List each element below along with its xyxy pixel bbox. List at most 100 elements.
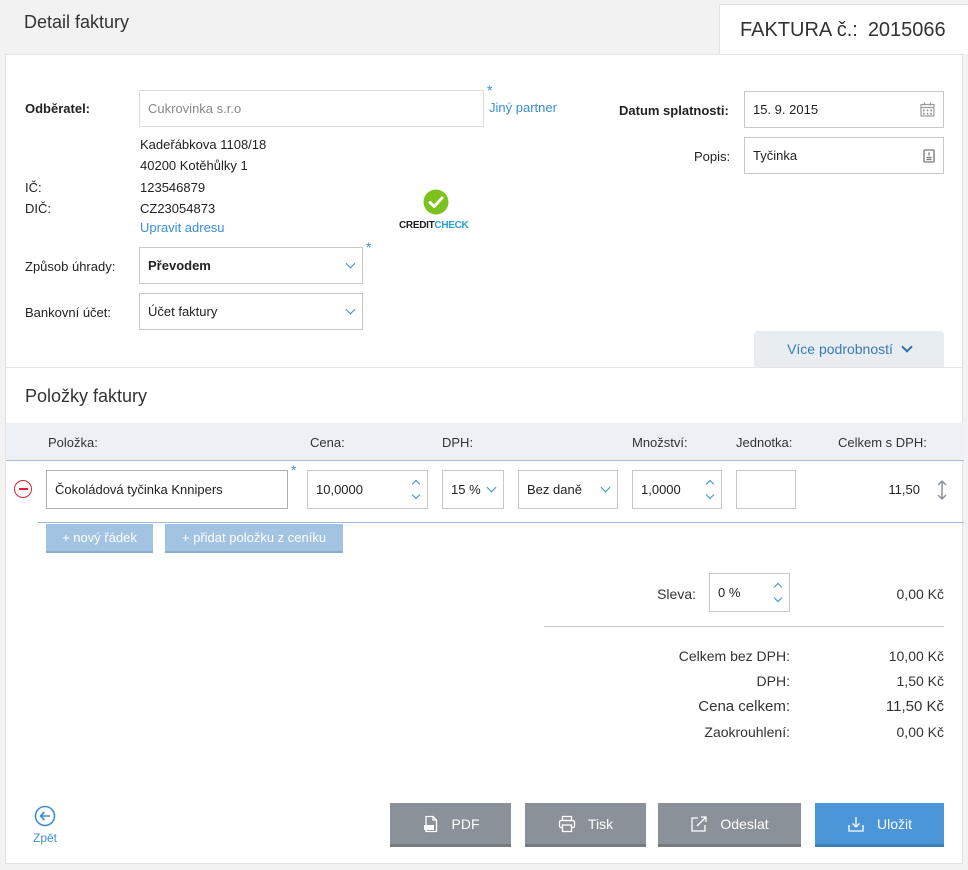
- customer-city: 40200 Kotěhůlky 1: [140, 158, 248, 173]
- chevron-down-icon: [345, 304, 356, 315]
- more-details-label: Více podrobností: [787, 341, 893, 357]
- customer-label: Odběratel:: [25, 101, 91, 116]
- save-label: Uložit: [876, 815, 912, 832]
- stepper-icon[interactable]: [705, 479, 715, 500]
- column-total: Celkem s DPH:: [838, 435, 927, 450]
- edit-address-link[interactable]: Upravit adresu: [140, 220, 225, 235]
- row-divider: [38, 522, 964, 523]
- print-button[interactable]: Tisk: [525, 803, 646, 847]
- dic-label: DIČ:: [25, 201, 51, 216]
- invoice-label-text: FAKTURA č.:: [740, 19, 858, 41]
- item-qty-value: 1,0000: [641, 482, 681, 497]
- item-vat-type-select[interactable]: Bez daně: [518, 470, 618, 509]
- payment-method-select[interactable]: Převodem: [139, 247, 363, 284]
- totals-divider: [544, 626, 944, 627]
- customer-street: Kadeřábkova 1108/18: [140, 137, 267, 152]
- discount-amount: 0,00 Kč: [896, 586, 944, 602]
- column-price: Cena:: [310, 435, 345, 450]
- more-details-button[interactable]: Více podrobností: [754, 331, 944, 367]
- customer-ic: 123546879: [140, 180, 206, 195]
- invoice-card: Odběratel: Cukrovinka s.r.o * Jiný partn…: [5, 54, 964, 864]
- rounding-label: Zaokrouhlení:: [704, 724, 790, 740]
- due-date-input[interactable]: 15. 9. 2015: [744, 91, 944, 128]
- net-total-value: 10,00 Kč: [888, 648, 944, 664]
- download-icon: [848, 816, 864, 832]
- payment-method-label: Způsob úhrady:: [25, 259, 116, 274]
- invoice-number-label: FAKTURA č.: 2015066: [740, 19, 946, 42]
- column-unit: Jednotka:: [736, 435, 793, 450]
- required-marker: *: [291, 462, 297, 478]
- chevron-down-icon: [345, 258, 356, 269]
- discount-label: Sleva:: [657, 586, 696, 602]
- back-button[interactable]: Zpět: [30, 805, 62, 849]
- discount-value: 0 %: [718, 585, 741, 600]
- chevron-down-icon: [901, 340, 913, 353]
- chevron-down-icon: [600, 482, 611, 493]
- description-input[interactable]: Tyčinka: [744, 137, 944, 174]
- ic-label: IČ:: [25, 180, 42, 195]
- items-section-title: Položky faktury: [25, 386, 148, 406]
- divider: [6, 367, 964, 368]
- back-arrow-icon: [34, 805, 56, 827]
- printer-icon: [558, 815, 576, 832]
- pdf-button[interactable]: PDF: [390, 803, 511, 847]
- creditcheck-text: CREDITCHECK: [399, 220, 469, 231]
- send-label: Odeslat: [720, 815, 769, 832]
- pdf-label: PDF: [451, 815, 480, 832]
- invoice-number: 2015066: [867, 19, 946, 41]
- column-item: Položka:: [48, 435, 98, 450]
- due-date-label: Datum splatnosti:: [619, 103, 729, 118]
- item-unit-input[interactable]: [736, 470, 796, 509]
- note-icon[interactable]: [923, 148, 935, 163]
- rounding-value: 0,00 Kč: [896, 724, 944, 740]
- new-row-button[interactable]: + nový řádek: [46, 524, 153, 553]
- item-vat-select[interactable]: 15 %: [442, 470, 504, 509]
- required-marker: *: [366, 239, 372, 255]
- items-table-header: Položka: Cena: DPH: Množství: Jednotka: …: [6, 423, 964, 461]
- stepper-icon[interactable]: [411, 479, 421, 500]
- discount-input[interactable]: 0 %: [709, 573, 790, 612]
- net-total-label: Celkem bez DPH:: [678, 648, 790, 664]
- back-label: Zpět: [33, 831, 58, 845]
- description-value: Tyčinka: [753, 148, 798, 163]
- save-button[interactable]: Uložit: [815, 803, 944, 847]
- description-label: Popis:: [694, 149, 731, 164]
- remove-row-icon[interactable]: [14, 480, 32, 498]
- share-icon: [691, 815, 708, 832]
- check-circle-icon: [423, 189, 449, 215]
- creditcheck-logo[interactable]: CREDITCHECK: [399, 189, 481, 235]
- chevron-down-icon: [486, 482, 497, 493]
- page-title: Detail faktury: [24, 12, 130, 32]
- other-partner-link[interactable]: Jiný partner: [489, 100, 557, 115]
- item-qty-input[interactable]: 1,0000: [632, 470, 722, 509]
- payment-method-value: Převodem: [148, 258, 211, 273]
- item-total: 11,50: [888, 482, 920, 497]
- invoice-number-box: FAKTURA č.: 2015066: [719, 4, 968, 54]
- print-label: Tisk: [587, 815, 614, 832]
- item-vat-type-value: Bez daně: [527, 482, 582, 497]
- drag-handle-icon[interactable]: [937, 480, 947, 500]
- column-vat: DPH:: [442, 435, 474, 450]
- customer-input[interactable]: Cukrovinka s.r.o: [139, 90, 484, 127]
- item-price-input[interactable]: 10,0000: [307, 470, 428, 509]
- add-from-pricelist-button[interactable]: + přidat položku z ceníku: [165, 524, 343, 553]
- creditcheck-text-b: CHECK: [434, 220, 469, 231]
- pdf-icon: [423, 815, 437, 832]
- creditcheck-text-a: CREDIT: [399, 220, 435, 231]
- stepper-icon[interactable]: [773, 582, 783, 603]
- item-vat-value: 15 %: [451, 482, 481, 497]
- send-button[interactable]: Odeslat: [658, 803, 801, 847]
- required-marker: *: [487, 82, 493, 98]
- due-date-value: 15. 9. 2015: [753, 102, 819, 117]
- table-row: Čokoládová tyčinka Knnipers * 10,0000 15…: [6, 462, 964, 524]
- grand-total-value: 11,50 Kč: [885, 698, 944, 715]
- column-qty: Množství:: [632, 435, 688, 450]
- customer-dic: CZ23054873: [140, 201, 216, 216]
- vat-total-value: 1,50 Kč: [896, 673, 944, 689]
- bank-account-select[interactable]: Účet faktury: [139, 293, 363, 330]
- item-price-value: 10,0000: [316, 482, 363, 497]
- calendar-icon[interactable]: [920, 102, 935, 117]
- bank-account-value: Účet faktury: [148, 304, 218, 319]
- vat-total-label: DPH:: [756, 673, 790, 689]
- item-name-input[interactable]: Čokoládová tyčinka Knnipers: [46, 470, 288, 509]
